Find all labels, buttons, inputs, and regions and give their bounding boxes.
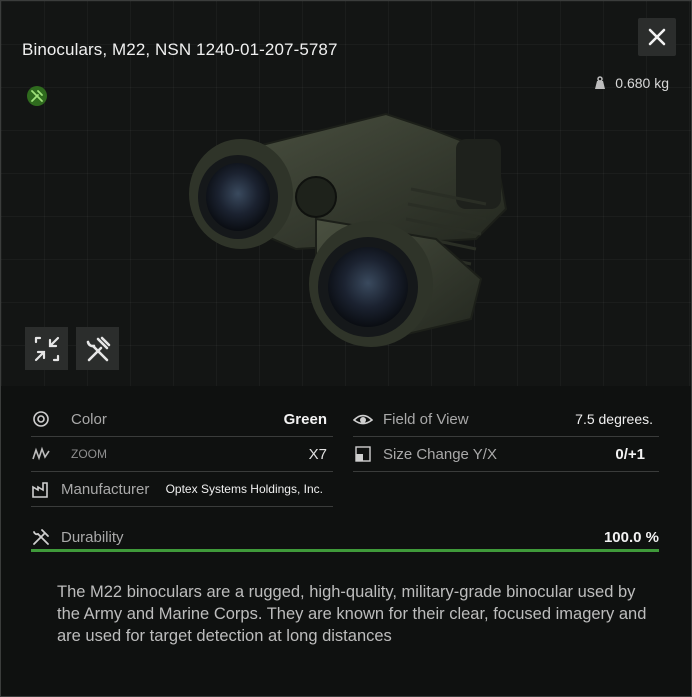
durability-bar <box>31 549 659 552</box>
collapse-button[interactable] <box>25 327 68 370</box>
size-square-icon <box>353 444 373 464</box>
item-preview-area: Binoculars, M22, NSN 1240-01-207-5787 0.… <box>1 1 691 386</box>
stat-label: Field of View <box>383 410 469 428</box>
zoom-wave-icon <box>31 444 51 464</box>
stat-zoom: ZOOM X7 <box>31 437 333 472</box>
close-button[interactable] <box>638 18 676 56</box>
wrench-icon <box>31 90 43 102</box>
tools-button[interactable] <box>76 327 119 370</box>
hammer-wrench-icon <box>86 336 110 361</box>
item-description: The M22 binoculars are a rugged, high-qu… <box>57 583 647 645</box>
stat-value: 7.5 degrees. <box>575 411 653 427</box>
color-swirl-icon <box>31 409 51 429</box>
weight-display: 0.680 kg <box>593 75 669 91</box>
stat-value: Optex Systems Holdings, Inc. <box>165 482 323 496</box>
stat-color: Color Green <box>31 402 333 437</box>
collapse-arrows-icon <box>34 336 59 361</box>
close-icon <box>648 28 666 46</box>
durability-bar-fill <box>31 549 659 552</box>
stat-label: ZOOM <box>71 447 107 461</box>
binoculars-image <box>189 112 508 347</box>
tools-icon <box>31 527 51 547</box>
stat-value: 0/+1 <box>615 445 645 463</box>
stat-size-change: Size Change Y/X 0/+1 <box>353 437 659 472</box>
item-title: Binoculars, M22, NSN 1240-01-207-5787 <box>22 40 338 59</box>
stat-value: 100.0 % <box>603 528 659 546</box>
stat-manufacturer: Manufacturer Optex Systems Holdings, Inc… <box>31 472 333 507</box>
factory-icon <box>31 479 51 499</box>
stat-label: Color <box>71 410 107 428</box>
repairable-badge <box>27 86 47 106</box>
weight-icon <box>595 76 606 89</box>
stat-label: Manufacturer <box>61 480 150 498</box>
item-inspect-window: Binoculars, M22, NSN 1240-01-207-5787 0.… <box>0 0 692 697</box>
stat-field-of-view: Field of View 7.5 degrees. <box>353 402 659 437</box>
stat-value: X7 <box>308 445 327 463</box>
eye-icon <box>353 409 373 429</box>
stat-label: Size Change Y/X <box>383 445 497 463</box>
weight-value: 0.680 kg <box>615 75 669 91</box>
stat-value: Green <box>283 410 327 428</box>
stat-label: Durability <box>61 528 124 546</box>
